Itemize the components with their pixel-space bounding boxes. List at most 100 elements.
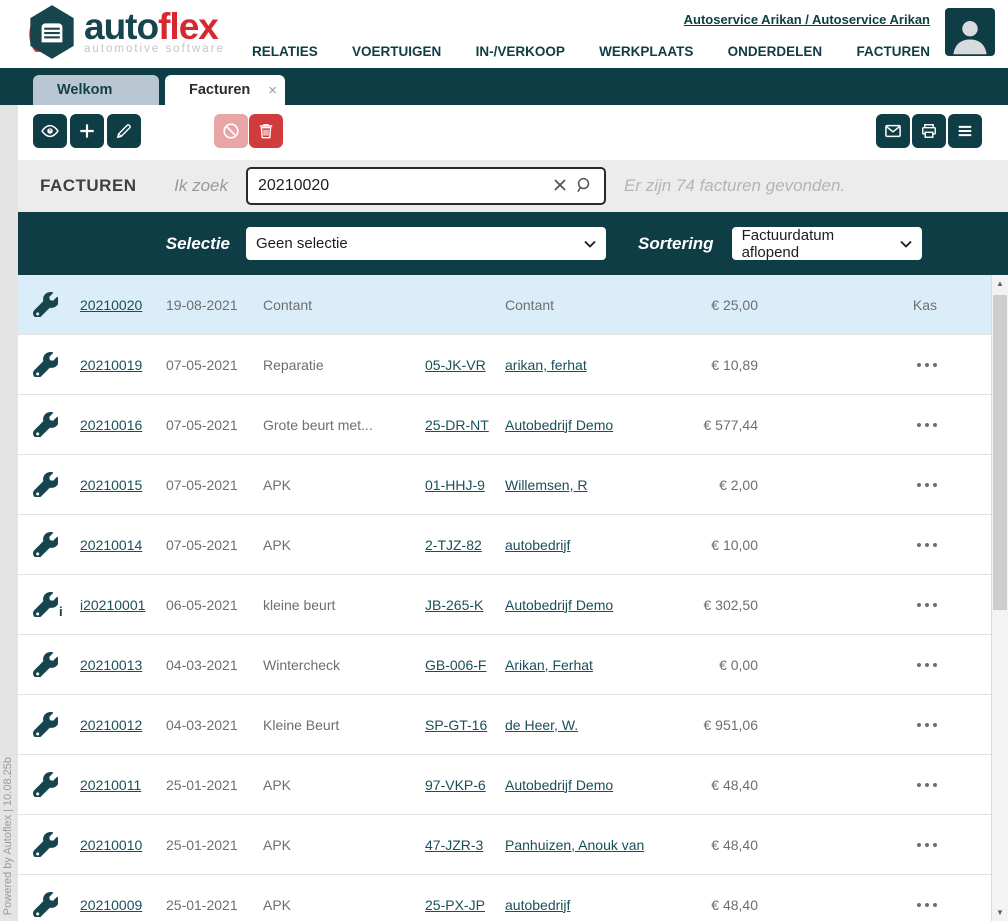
- license-plate-link[interactable]: 01-HHJ-9: [425, 477, 505, 493]
- print-button[interactable]: [912, 114, 946, 148]
- row-menu-dots-icon[interactable]: [758, 483, 991, 487]
- nav-voertuigen[interactable]: VOERTUIGEN: [352, 44, 441, 59]
- chevron-down-icon: [584, 240, 596, 248]
- row-menu-dots-icon[interactable]: [758, 363, 991, 367]
- view-button[interactable]: [33, 114, 67, 148]
- table-row[interactable]: 20210015 07-05-2021 APK 01-HHJ-9 Willems…: [18, 455, 991, 515]
- invoice-number-link[interactable]: i20210001: [80, 597, 166, 613]
- wrench-icon: [33, 292, 58, 317]
- license-plate-link[interactable]: SP-GT-16: [425, 717, 505, 733]
- delete-button[interactable]: [249, 114, 283, 148]
- nav-onderdelen[interactable]: ONDERDELEN: [728, 44, 823, 59]
- tab-welkom[interactable]: Welkom: [33, 75, 159, 105]
- invoice-number-link[interactable]: 20210019: [80, 357, 166, 373]
- sortering-dropdown[interactable]: Factuurdatum aflopend: [732, 227, 922, 260]
- license-plate-link[interactable]: GB-006-F: [425, 657, 505, 673]
- menu-icon: [955, 121, 975, 141]
- side-strip: Powered by Autoflex | 10.08.25b: [0, 105, 18, 921]
- clear-search-icon[interactable]: [552, 177, 568, 193]
- vertical-scrollbar[interactable]: ▲ ▼: [991, 275, 1008, 921]
- customer-link[interactable]: Panhuizen, Anouk van: [505, 837, 648, 853]
- invoice-amount: € 48,40: [648, 777, 758, 793]
- wrench-icon: [33, 352, 58, 377]
- list-menu-button[interactable]: [948, 114, 982, 148]
- customer-link[interactable]: Arikan, Ferhat: [505, 657, 648, 673]
- wrench-icon: [33, 412, 58, 437]
- invoice-number-link[interactable]: 20210010: [80, 837, 166, 853]
- user-avatar[interactable]: [945, 8, 995, 56]
- row-menu-dots-icon[interactable]: [758, 543, 991, 547]
- license-plate-link[interactable]: JB-265-K: [425, 597, 505, 613]
- table-row[interactable]: 20210013 04-03-2021 Wintercheck GB-006-F…: [18, 635, 991, 695]
- customer-link[interactable]: autobedrijf: [505, 897, 648, 913]
- wrench-icon: [33, 892, 58, 917]
- license-plate-link[interactable]: 25-DR-NT: [425, 417, 505, 433]
- license-plate-link[interactable]: 05-JK-VR: [425, 357, 505, 373]
- invoice-number-link[interactable]: 20210014: [80, 537, 166, 553]
- row-menu-dots-icon[interactable]: [758, 663, 991, 667]
- invoice-date: 25-01-2021: [166, 777, 263, 793]
- customer-link[interactable]: arikan, ferhat: [505, 357, 648, 373]
- customer-link[interactable]: Autobedrijf Demo: [505, 597, 648, 613]
- scrollbar-thumb[interactable]: [993, 295, 1007, 610]
- nav-in-verkoop[interactable]: IN-/VERKOOP: [476, 44, 565, 59]
- row-menu-dots-icon[interactable]: [758, 843, 991, 847]
- invoice-number-link[interactable]: 20210012: [80, 717, 166, 733]
- license-plate-link[interactable]: 25-PX-JP: [425, 897, 505, 913]
- table-row[interactable]: 20210009 25-01-2021 APK 25-PX-JP autobed…: [18, 875, 991, 921]
- account-link[interactable]: Autoservice Arikan / Autoservice Arikan: [684, 12, 930, 27]
- selectie-dropdown[interactable]: Geen selectie: [246, 227, 606, 260]
- invoice-number-link[interactable]: 20210015: [80, 477, 166, 493]
- invoice-number-link[interactable]: 20210020: [80, 297, 166, 313]
- invoice-number-link[interactable]: 20210009: [80, 897, 166, 913]
- wrench-icon: [33, 832, 58, 857]
- scroll-up-icon[interactable]: ▲: [992, 275, 1008, 292]
- wrench-icon: [33, 532, 58, 557]
- table-row[interactable]: 20210012 04-03-2021 Kleine Beurt SP-GT-1…: [18, 695, 991, 755]
- invoice-date: 25-01-2021: [166, 837, 263, 853]
- tab-close-icon[interactable]: ×: [268, 82, 277, 99]
- table-row[interactable]: 20210014 07-05-2021 APK 2-TJZ-82 autobed…: [18, 515, 991, 575]
- edit-button[interactable]: [107, 114, 141, 148]
- invoice-description: Contant: [263, 297, 425, 313]
- table-row[interactable]: 20210011 25-01-2021 APK 97-VKP-6 Autobed…: [18, 755, 991, 815]
- invoice-number-link[interactable]: 20210011: [80, 777, 166, 793]
- table-row[interactable]: 20210010 25-01-2021 APK 47-JZR-3 Panhuiz…: [18, 815, 991, 875]
- customer-link[interactable]: autobedrijf: [505, 537, 648, 553]
- invoice-date: 04-03-2021: [166, 657, 263, 673]
- tab-facturen[interactable]: Facturen ×: [165, 75, 285, 105]
- customer-link[interactable]: Autobedrijf Demo: [505, 417, 648, 433]
- logo-text: autoflex automotive software: [84, 9, 225, 55]
- row-menu-dots-icon[interactable]: [758, 603, 991, 607]
- add-button[interactable]: [70, 114, 104, 148]
- invoice-date: 07-05-2021: [166, 417, 263, 433]
- customer-link[interactable]: Willemsen, R: [505, 477, 648, 493]
- license-plate-link[interactable]: 97-VKP-6: [425, 777, 505, 793]
- customer-link[interactable]: de Heer, W.: [505, 717, 648, 733]
- customer-link[interactable]: Autobedrijf Demo: [505, 777, 648, 793]
- table-row[interactable]: 20210016 07-05-2021 Grote beurt met... 2…: [18, 395, 991, 455]
- invoice-number-link[interactable]: 20210013: [80, 657, 166, 673]
- page-title: FACTUREN: [40, 176, 158, 196]
- row-menu-dots-icon[interactable]: [758, 783, 991, 787]
- selectie-value: Geen selectie: [256, 235, 348, 252]
- search-icon[interactable]: [575, 176, 594, 195]
- nav-werkplaats[interactable]: WERKPLAATS: [599, 44, 693, 59]
- cancel-button[interactable]: [214, 114, 248, 148]
- sortering-label: Sortering: [638, 234, 714, 254]
- autoflex-hexagon-icon: [26, 3, 78, 61]
- nav-facturen[interactable]: FACTUREN: [856, 44, 930, 59]
- table-row[interactable]: 20210019 07-05-2021 Reparatie 05-JK-VR a…: [18, 335, 991, 395]
- row-menu-dots-icon[interactable]: [758, 903, 991, 907]
- table-row[interactable]: 20210020 19-08-2021 Contant Contant € 25…: [18, 275, 991, 335]
- scroll-down-icon[interactable]: ▼: [992, 904, 1008, 921]
- nav-relaties[interactable]: RELATIES: [252, 44, 318, 59]
- email-button[interactable]: [876, 114, 910, 148]
- invoice-number-link[interactable]: 20210016: [80, 417, 166, 433]
- table-row[interactable]: i i20210001 06-05-2021 kleine beurt JB-2…: [18, 575, 991, 635]
- row-menu-dots-icon[interactable]: [758, 723, 991, 727]
- row-menu-dots-icon[interactable]: [758, 423, 991, 427]
- license-plate-link[interactable]: 47-JZR-3: [425, 837, 505, 853]
- license-plate-link[interactable]: 2-TJZ-82: [425, 537, 505, 553]
- invoice-table: 20210020 19-08-2021 Contant Contant € 25…: [18, 275, 1008, 921]
